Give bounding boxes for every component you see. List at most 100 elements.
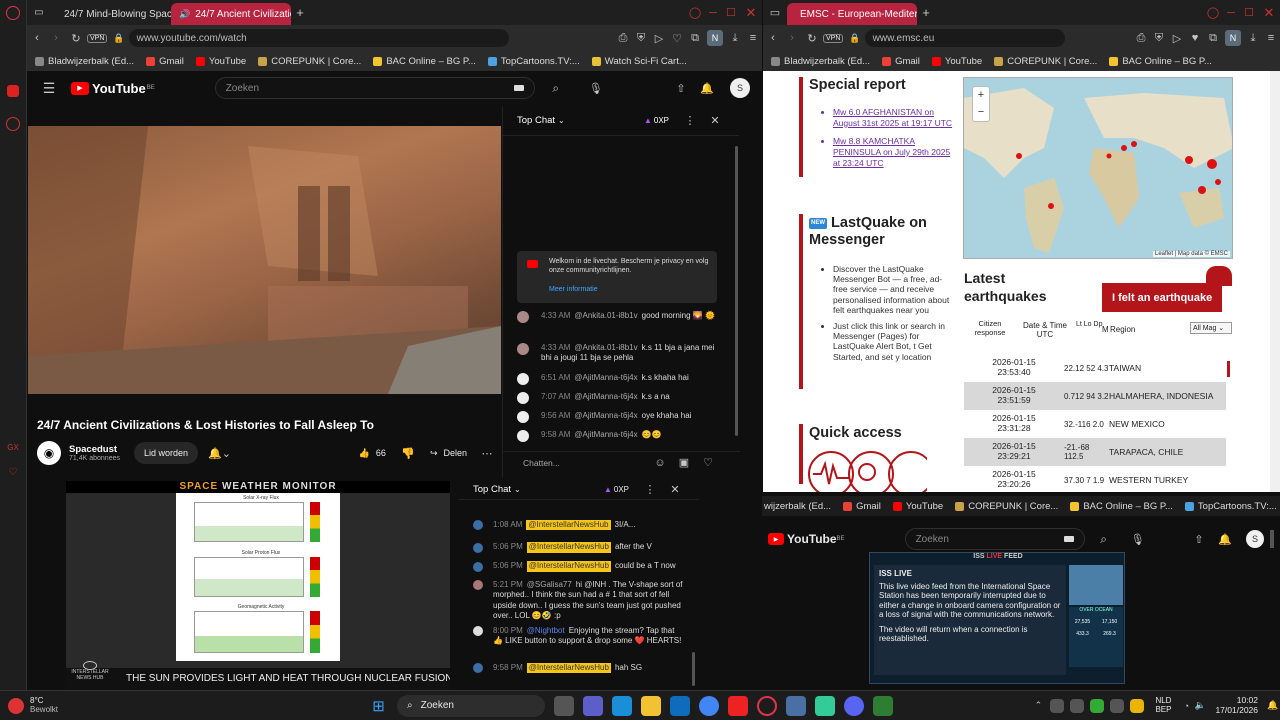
tab-space[interactable]: 24/7 Mind-Blowing Space [51,3,171,25]
notification-icon[interactable]: 🔔 [1266,700,1280,711]
header-latlon[interactable]: Lt Lo Dp [1076,321,1104,328]
heart-icon[interactable]: ♥ [1186,32,1204,44]
avatar[interactable]: S [1246,530,1264,548]
task-view-icon[interactable] [553,695,574,716]
maximize-button[interactable]: ☐ [1240,6,1258,19]
camera-icon[interactable]: ⎙ [614,32,632,45]
video-player[interactable] [28,126,501,394]
chat-mode-label[interactable]: Top Chat [473,484,511,495]
notification-bell-icon[interactable]: 🔔⌄ [208,447,231,460]
join-button[interactable]: Lid worden [134,442,199,464]
weather-widget[interactable]: 8°C Bewolkt [8,696,78,715]
camera-icon[interactable]: ⎙ [1132,32,1150,45]
dislike-icon[interactable]: 👎 [396,447,420,460]
download-icon[interactable]: ⤓ [1244,32,1262,45]
forward-icon[interactable]: › [783,32,801,44]
volume-icon[interactable]: 🔈 [1193,700,1207,711]
hamburger-icon[interactable]: ☰ [39,80,59,97]
table-scrollbar[interactable] [1227,361,1230,377]
table-row[interactable]: 2026-01-15 23:51:59 0.712 94 3.2 HALMAHER… [964,382,1226,410]
back-icon[interactable]: ‹ [27,32,47,44]
bookmark-corepunk[interactable]: COREPUNK | Core... [258,56,361,67]
search-icon[interactable]: ⌕ [1091,532,1117,547]
shield-icon[interactable]: ⛨ [1150,32,1168,45]
search-input[interactable]: Zoeken [214,77,535,99]
bookmark-scifi[interactable]: Watch Sci-Fi Cart... [591,56,687,67]
profile-icon[interactable]: N [1225,30,1241,46]
app-icon[interactable] [814,695,835,716]
chat-mode-label[interactable]: Top Chat [517,115,555,126]
close-window-button[interactable]: ✕ [1258,5,1280,21]
bell-icon[interactable]: 🔔 [1212,533,1238,546]
channel-avatar[interactable]: ◉ [37,441,61,465]
start-icon[interactable]: ⊞ [369,696,389,716]
bookmark-youtube[interactable]: YouTube [931,56,982,67]
bookmark-bac[interactable]: BAC Online – BG P... [1109,56,1212,67]
magnitude-filter-select[interactable]: All Mag ⌄ [1190,322,1232,334]
wifi-icon[interactable]: ◔ [1179,701,1193,711]
special-report-link[interactable]: Mw 6.0 AFGHANISTAN on August 31st 2025 a… [833,107,955,128]
felt-icon[interactable] [1206,266,1232,286]
minimize-button[interactable]: ─ [1222,7,1240,19]
outlook-icon[interactable] [669,695,690,716]
keyboard-icon[interactable] [513,85,524,91]
more-options-icon[interactable]: ⋮ [643,483,657,496]
tray-icon[interactable] [1090,698,1105,713]
language-indicator[interactable]: NLD BEP [1155,696,1171,715]
discord-icon[interactable] [843,695,864,716]
chrome-icon[interactable] [698,695,719,716]
sidebar-heart-icon[interactable]: ♡ [6,465,20,479]
bookmark-folder[interactable]: Bladwijzerbalk (Ed... [771,56,870,67]
table-row[interactable]: 2026-01-15 23:31:28 32.-116 2.0 NEW MEXIC… [964,410,1226,438]
space-weather-video[interactable]: SPACE WEATHER MONITOR Solar X-ray Flux S… [66,481,450,690]
bookmark-corepunk[interactable]: COREPUNK | Core... [955,501,1058,512]
sidebar-gx-icon[interactable]: GX [6,442,20,452]
upload-icon[interactable]: ⇧ [1186,533,1212,546]
profile-icon[interactable]: N [707,30,723,46]
bookmark-topcartoons[interactable]: TopCartoons.TV:... [487,56,580,67]
chevron-down-icon[interactable]: ⌄ [514,485,521,494]
bottom-chat-scrollbar[interactable] [692,652,695,686]
download-icon[interactable]: ⤓ [726,32,744,45]
table-row[interactable]: 2026-01-15 23:20:26 37.30 7 1.9 WESTERN T… [964,466,1226,492]
workspace-icon[interactable]: ▭ [27,7,51,18]
more-options-icon[interactable]: ⋮ [683,114,697,127]
reload-icon[interactable]: ↻ [65,32,87,45]
youtube-logo[interactable]: ▶ YouTube BE [71,81,155,96]
snapshot-icon[interactable]: ◯ [686,6,704,19]
heart-icon[interactable]: ♡ [668,32,686,45]
workspace-icon[interactable]: ▭ [763,6,787,19]
bell-icon[interactable]: 🔔 [694,82,720,95]
avatar[interactable]: S [730,78,750,98]
bookmark-folder[interactable]: wijzerbalk (Ed... [764,501,831,512]
bookmark-gmail[interactable]: Gmail [882,56,920,67]
chat-scrollbar[interactable] [735,146,738,436]
close-window-button[interactable]: ✕ [740,5,762,21]
chevron-down-icon[interactable]: ⌄ [558,116,565,125]
super-chat-icon[interactable]: ▣ [672,456,696,469]
sidebar-history-icon[interactable] [6,117,20,131]
chat-input[interactable]: Chatten... [523,458,560,468]
br-scrollbar[interactable] [1270,530,1274,548]
iss-video-player[interactable]: ISS LIVE FEED ISS LIVE This live video f… [869,552,1125,684]
maximize-button[interactable]: ☐ [722,6,740,19]
teams-icon[interactable] [582,695,603,716]
vpn-badge[interactable]: VPN [823,33,844,43]
upload-icon[interactable]: ⇧ [668,82,694,95]
opera-gx-icon[interactable] [756,695,777,716]
more-info-link[interactable]: Meer informatie [549,285,709,294]
mic-icon[interactable]: 🎙 [1125,533,1151,546]
snapshot-icon[interactable]: ◯ [1204,6,1222,19]
calculator-icon[interactable] [785,695,806,716]
menu-icon[interactable]: ≡ [1262,32,1280,44]
minimize-button[interactable]: ─ [704,7,722,19]
tray-icon[interactable] [1110,698,1125,713]
bookmark-gmail[interactable]: Gmail [843,501,881,512]
tab-ancient[interactable]: 🔊 24/7 Ancient Civilizatio [171,3,291,25]
bookmark-gmail[interactable]: Gmail [146,56,184,67]
tray-icon[interactable] [1070,698,1085,713]
shield-icon[interactable]: ⛨ [632,32,650,45]
bookmark-bac[interactable]: BAC Online – BG P... [1070,501,1173,512]
table-row[interactable]: 2026-01-15 23:29:21 -21.-68 112.5 TARAPAC… [964,438,1226,466]
close-chat-icon[interactable]: ✕ [665,483,685,496]
